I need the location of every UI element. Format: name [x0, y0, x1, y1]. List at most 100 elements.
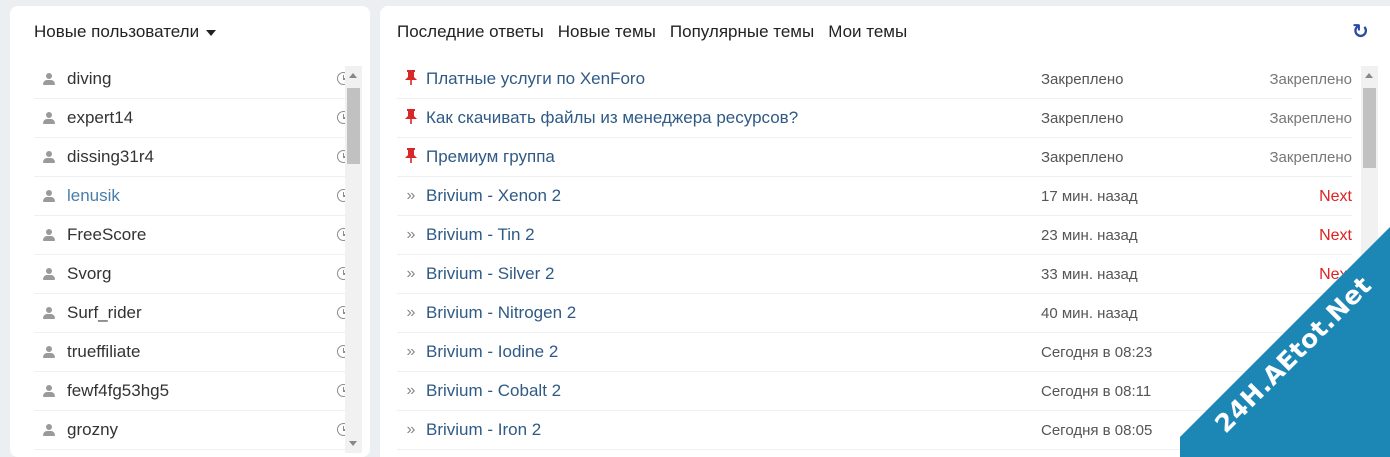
thread-row: Платные услуги по XenForo Закреплено Закре… [397, 60, 1352, 99]
thread-list-scrollbar[interactable] [1361, 66, 1378, 453]
thread-row: » Brivium - Nitrogen 2 40 мин. назад Next [397, 294, 1352, 333]
user-icon [43, 73, 55, 85]
user-name[interactable]: diving [67, 69, 111, 89]
user-icon [43, 229, 55, 241]
thread-row: Премиум группа Закреплено Закреплено [397, 138, 1352, 177]
user-name[interactable]: FreeScore [67, 225, 146, 245]
thread-list: Платные услуги по XenForo Закреплено Закре… [397, 60, 1352, 450]
pin-icon [403, 147, 419, 167]
thread-time: Сегодня в 08:11 [1041, 383, 1152, 400]
double-chevron-right-icon: » [406, 304, 416, 321]
user-row[interactable]: fewf4fg53hg5 [34, 372, 352, 411]
thread-time: Закреплено [1041, 71, 1124, 88]
user-icon [43, 346, 55, 358]
thread-status: Закреплено [1269, 71, 1353, 88]
thread-status[interactable]: Next [1319, 383, 1352, 401]
tab-new-threads[interactable]: Новые темы [558, 22, 656, 42]
scroll-down-icon[interactable] [1365, 441, 1373, 446]
user-name[interactable]: lenusik [67, 186, 120, 206]
new-users-dropdown[interactable]: Новые пользователи [34, 6, 370, 58]
thread-row: » Brivium - Silver 2 33 мин. назад Next [397, 255, 1352, 294]
user-icon [43, 112, 55, 124]
tab-my-threads[interactable]: Мои темы [828, 22, 907, 42]
thread-status[interactable]: Next [1319, 422, 1352, 440]
tab-popular-threads[interactable]: Популярные темы [670, 22, 814, 42]
thread-time: Сегодня в 08:23 [1041, 344, 1153, 361]
thread-time: Закреплено [1041, 149, 1124, 166]
user-icon [43, 151, 55, 163]
double-chevron-right-icon: » [406, 265, 416, 282]
user-name[interactable]: Svorg [67, 264, 111, 284]
thread-time: Закреплено [1041, 110, 1124, 127]
thread-title-link[interactable]: Brivium - Iodine 2 [426, 342, 558, 362]
user-name[interactable]: Surf_rider [67, 303, 142, 323]
scroll-thumb[interactable] [347, 88, 360, 164]
scroll-down-icon[interactable] [349, 441, 357, 446]
thread-time: 17 мин. назад [1041, 188, 1138, 205]
scroll-thumb[interactable] [1363, 88, 1376, 168]
thread-status[interactable]: Next [1319, 305, 1352, 323]
new-users-title: Новые пользователи [34, 22, 200, 41]
user-row[interactable]: dissing31r4 [34, 138, 352, 177]
thread-row: » Brivium - Iodine 2 Сегодня в 08:23 Next [397, 333, 1352, 372]
pin-icon [403, 69, 419, 89]
thread-title-link[interactable]: Brivium - Silver 2 [426, 264, 554, 284]
thread-title-link[interactable]: Как скачивать файлы из менеджера ресурсо… [426, 108, 798, 128]
user-row[interactable]: trueffiliate [34, 333, 352, 372]
user-icon [43, 268, 55, 280]
thread-status[interactable]: Next [1319, 344, 1352, 362]
thread-status[interactable]: Next [1319, 227, 1352, 245]
caret-down-icon [206, 30, 217, 36]
scroll-up-icon[interactable] [1365, 73, 1373, 78]
user-icon [43, 190, 55, 202]
thread-status[interactable]: Next [1319, 188, 1352, 206]
thread-title-link[interactable]: Brivium - Nitrogen 2 [426, 303, 576, 323]
user-name[interactable]: trueffiliate [67, 342, 140, 362]
threads-panel: Последние ответы Новые темы Популярные т… [380, 6, 1390, 457]
thread-tabs: Последние ответы Новые темы Популярные т… [397, 6, 921, 58]
thread-row: » Brivium - Cobalt 2 Сегодня в 08:11 Next [397, 372, 1352, 411]
user-row[interactable]: FreeScore [34, 216, 352, 255]
user-row[interactable]: expert14 [34, 99, 352, 138]
user-list: diving expert14 dissing31r4 lenusik FreeScor… [34, 60, 352, 450]
thread-title-link[interactable]: Brivium - Iron 2 [426, 420, 541, 440]
user-name[interactable]: expert14 [67, 108, 133, 128]
double-chevron-right-icon: » [406, 382, 416, 399]
user-icon [43, 307, 55, 319]
new-users-panel: Новые пользователи diving expert14 dissing… [10, 6, 370, 457]
user-row[interactable]: grozny [34, 411, 352, 450]
thread-title-link[interactable]: Brivium - Tin 2 [426, 225, 535, 245]
thread-row: » Brivium - Iron 2 Сегодня в 08:05 Next [397, 411, 1352, 450]
pin-icon [403, 108, 419, 128]
thread-row: » Brivium - Tin 2 23 мин. назад Next [397, 216, 1352, 255]
thread-status[interactable]: Next [1319, 266, 1352, 284]
refresh-icon[interactable]: ↻ [1352, 22, 1372, 42]
user-row[interactable]: diving [34, 60, 352, 99]
user-list-scrollbar[interactable] [345, 66, 362, 453]
thread-title-link[interactable]: Brivium - Cobalt 2 [426, 381, 561, 401]
thread-status: Закреплено [1269, 149, 1353, 166]
double-chevron-right-icon: » [406, 343, 416, 360]
double-chevron-right-icon: » [406, 226, 416, 243]
user-name[interactable]: grozny [67, 420, 118, 440]
double-chevron-right-icon: » [406, 187, 416, 204]
thread-time: 23 мин. назад [1041, 227, 1138, 244]
thread-time: Сегодня в 08:05 [1041, 422, 1153, 439]
scroll-up-icon[interactable] [349, 73, 357, 78]
user-row[interactable]: Svorg [34, 255, 352, 294]
user-row[interactable]: lenusik [34, 177, 352, 216]
thread-time: 40 мин. назад [1041, 305, 1138, 322]
double-chevron-right-icon: » [406, 421, 416, 438]
thread-time: 33 мин. назад [1041, 266, 1138, 283]
user-name[interactable]: dissing31r4 [67, 147, 154, 167]
thread-title-link[interactable]: Платные услуги по XenForo [426, 69, 645, 89]
thread-status: Закреплено [1269, 110, 1353, 127]
tab-latest-replies[interactable]: Последние ответы [397, 22, 544, 42]
user-row[interactable]: Surf_rider [34, 294, 352, 333]
user-icon [43, 424, 55, 436]
thread-row: Как скачивать файлы из менеджера ресурсо… [397, 99, 1352, 138]
user-name[interactable]: fewf4fg53hg5 [67, 381, 169, 401]
thread-title-link[interactable]: Премиум группа [426, 147, 555, 167]
thread-title-link[interactable]: Brivium - Xenon 2 [426, 186, 561, 206]
thread-row: » Brivium - Xenon 2 17 мин. назад Next [397, 177, 1352, 216]
